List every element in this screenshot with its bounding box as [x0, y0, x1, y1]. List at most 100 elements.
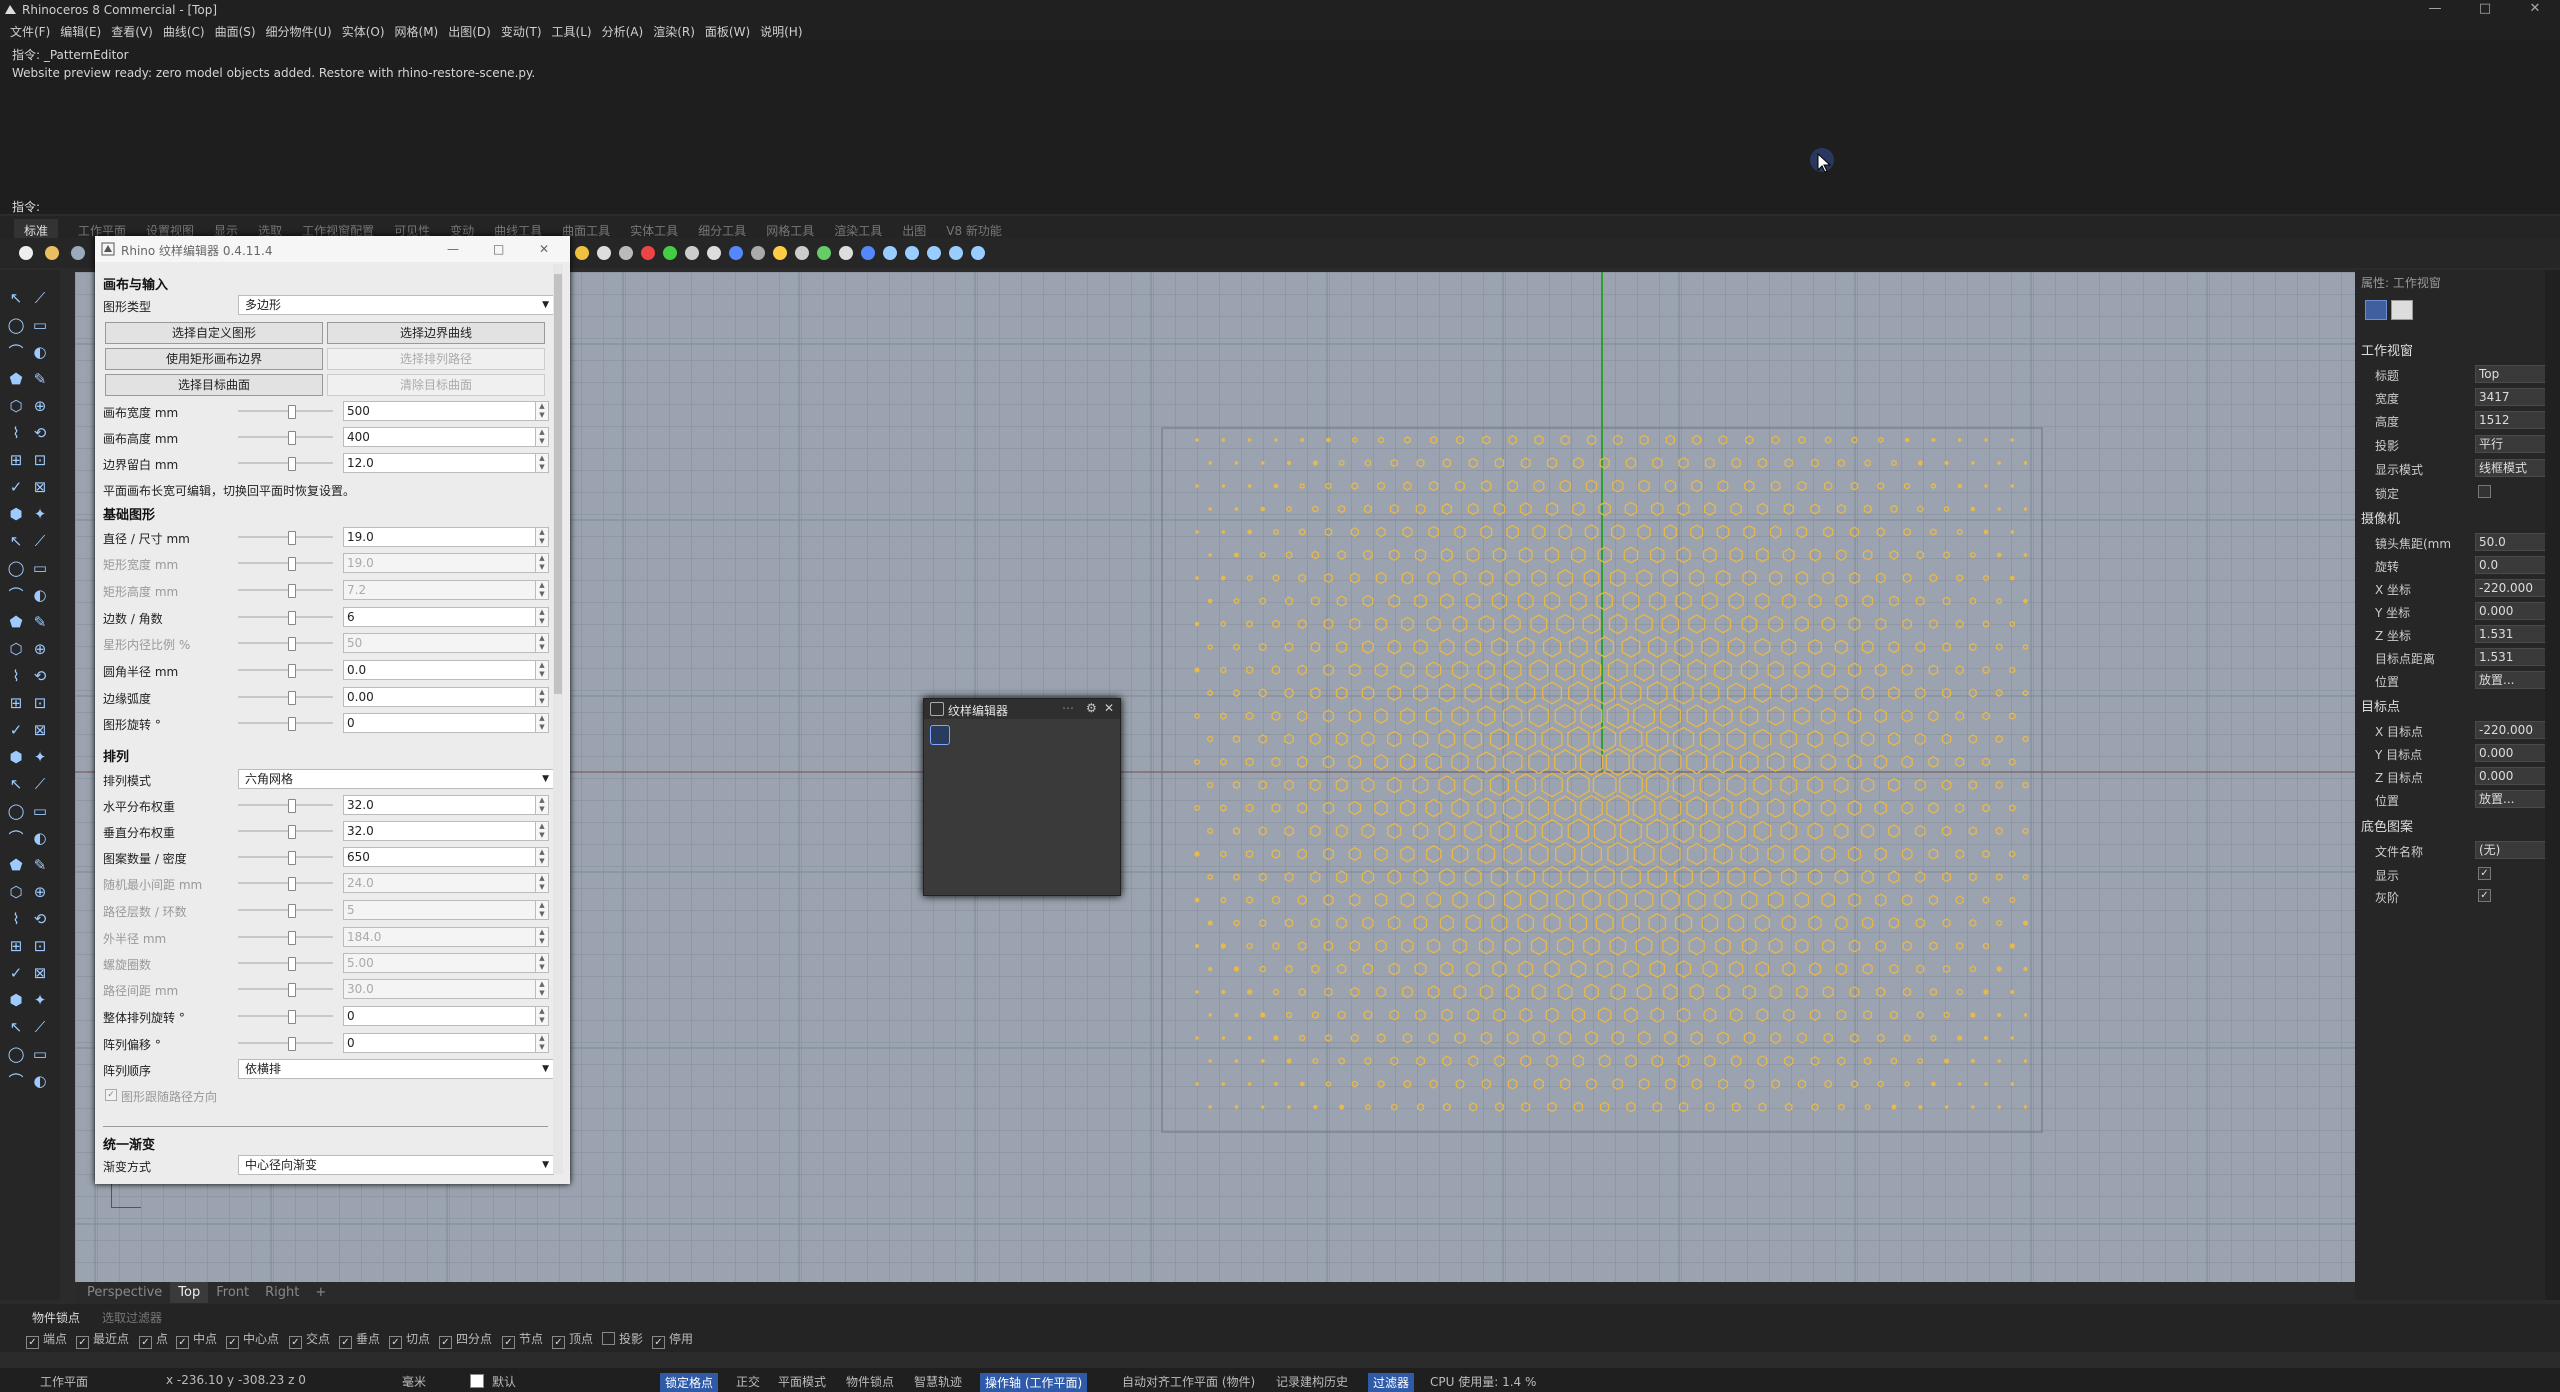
- row-offset-input[interactable]: 0: [343, 1033, 543, 1053]
- toolbar-tool-icon[interactable]: [619, 246, 633, 260]
- osnap-checkbox[interactable]: ✓: [76, 1336, 89, 1349]
- left-tool-icon[interactable]: ⌒: [6, 342, 26, 362]
- left-tool-icon[interactable]: ⌒: [6, 828, 26, 848]
- sides-slider-thumb[interactable]: [288, 611, 296, 625]
- toolbar-tool-icon[interactable]: [729, 246, 743, 260]
- left-tool-icon[interactable]: ✎: [30, 369, 50, 389]
- menu-item[interactable]: 分析(A): [602, 23, 644, 40]
- left-tool-icon[interactable]: ◯: [6, 558, 26, 578]
- toolbar-tool-icon[interactable]: [949, 246, 963, 260]
- osnap-checkbox[interactable]: ✓: [139, 1336, 152, 1349]
- left-tool-icon[interactable]: ⊡: [30, 936, 50, 956]
- status-osnap[interactable]: 物件锁点: [846, 1373, 894, 1390]
- status-cplane[interactable]: 工作平面: [40, 1373, 88, 1390]
- osnap-checkbox[interactable]: [602, 1332, 615, 1345]
- ring-count-slider[interactable]: [238, 904, 333, 918]
- outer-radius-input[interactable]: 184.0: [343, 927, 543, 947]
- left-tool-icon[interactable]: ⌒: [6, 1071, 26, 1091]
- menu-item[interactable]: 网格(M): [395, 23, 439, 40]
- sides-input[interactable]: 6: [343, 607, 543, 627]
- toolbar-tool-icon[interactable]: [905, 246, 919, 260]
- corner-radius-slider[interactable]: [238, 664, 333, 678]
- editor-scrollbar[interactable]: [553, 264, 563, 1174]
- toolbar-tool-icon[interactable]: [795, 246, 809, 260]
- select-arrange-path-button[interactable]: 选择排列路径: [327, 348, 545, 370]
- rect-height-input[interactable]: 7.2: [343, 580, 543, 600]
- osnap-item[interactable]: ✓ 切点: [389, 1330, 430, 1349]
- ring-count-stepper[interactable]: ▲ ▼: [535, 900, 549, 920]
- menu-item[interactable]: 面板(W): [705, 23, 750, 40]
- left-tool-icon[interactable]: ⊠: [30, 963, 50, 983]
- left-tool-icon[interactable]: ⌇: [6, 666, 26, 686]
- layer-properties-icon[interactable]: [2391, 300, 2413, 320]
- osnap-item[interactable]: ✓ 点: [139, 1330, 168, 1349]
- toolbar-tool-icon[interactable]: [597, 246, 611, 260]
- wallpaper-filename-field[interactable]: (无): [2475, 841, 2550, 859]
- shape-type-select[interactable]: 多边形 ▼: [238, 295, 554, 315]
- vp-title-field[interactable]: Top: [2475, 365, 2550, 383]
- left-tool-icon[interactable]: ⬡: [6, 639, 26, 659]
- shape-rotation-stepper[interactable]: ▲ ▼: [535, 713, 549, 733]
- left-tool-icon[interactable]: ⊕: [30, 882, 50, 902]
- viewport-tab-front[interactable]: Front: [208, 1282, 257, 1303]
- border-margin-slider[interactable]: [238, 457, 333, 471]
- left-tool-icon[interactable]: ⟋: [30, 531, 50, 551]
- spiral-turns-slider[interactable]: [238, 957, 333, 971]
- panel-grip-icon[interactable]: ⋯: [1062, 701, 1074, 715]
- array-order-select[interactable]: 依横排 ▼: [238, 1059, 554, 1079]
- spiral-turns-stepper[interactable]: ▲ ▼: [535, 953, 549, 973]
- toolbar-tool-icon[interactable]: [19, 246, 33, 260]
- left-tool-icon[interactable]: ⟲: [30, 909, 50, 929]
- left-tool-icon[interactable]: ⊠: [30, 720, 50, 740]
- corner-radius-slider-thumb[interactable]: [288, 664, 296, 678]
- menu-item[interactable]: 文件(F): [10, 23, 50, 40]
- osnap-item[interactable]: ✓ 四分点: [439, 1330, 492, 1349]
- min-spacing-stepper[interactable]: ▲ ▼: [535, 873, 549, 893]
- shape-rotation-input[interactable]: 0: [343, 713, 543, 733]
- rect-width-slider-thumb[interactable]: [288, 557, 296, 571]
- vp-display-mode-field[interactable]: 线框模式: [2475, 459, 2550, 477]
- viewport-tab-right[interactable]: Right: [257, 1282, 307, 1303]
- left-tool-icon[interactable]: ◐: [30, 342, 50, 362]
- cam-y-field[interactable]: 0.000: [2475, 602, 2550, 620]
- toolbar-tool-icon[interactable]: [773, 246, 787, 260]
- use-rect-canvas-button[interactable]: 使用矩形画布边界: [105, 348, 323, 370]
- diameter-input[interactable]: 19.0: [343, 527, 543, 547]
- left-tool-icon[interactable]: ⊡: [30, 450, 50, 470]
- menu-item[interactable]: 实体(O): [342, 23, 385, 40]
- left-tool-icon[interactable]: ✦: [30, 504, 50, 524]
- osnap-item[interactable]: ✓ 节点: [502, 1330, 543, 1349]
- count-slider-thumb[interactable]: [288, 851, 296, 865]
- osnap-checkbox[interactable]: ✓: [652, 1336, 665, 1349]
- left-tool-icon[interactable]: ⬡: [6, 882, 26, 902]
- shape-rotation-slider[interactable]: [238, 717, 333, 731]
- v-density-stepper[interactable]: ▲ ▼: [535, 821, 549, 841]
- wallpaper-gray-checkbox[interactable]: ✓: [2478, 889, 2491, 902]
- osnap-checkbox[interactable]: ✓: [176, 1336, 189, 1349]
- star-ratio-input[interactable]: 50: [343, 633, 543, 653]
- status-grid-snap[interactable]: 锁定格点: [660, 1373, 719, 1392]
- h-density-input[interactable]: 32.0: [343, 795, 543, 815]
- status-layer[interactable]: 默认: [492, 1373, 516, 1390]
- clear-target-surface-button[interactable]: 清除目标曲面: [327, 374, 545, 396]
- cam-target-dist-field[interactable]: 1.531: [2475, 648, 2550, 666]
- cam-lens-field[interactable]: 50.0: [2475, 533, 2550, 551]
- osnap-checkbox[interactable]: ✓: [26, 1336, 39, 1349]
- pattern-editor-launch-button[interactable]: [930, 725, 950, 745]
- left-tool-icon[interactable]: ✦: [30, 990, 50, 1010]
- left-tool-icon[interactable]: ⊞: [6, 936, 26, 956]
- left-tool-icon[interactable]: ⬢: [6, 747, 26, 767]
- spiral-turns-input[interactable]: 5.00: [343, 953, 543, 973]
- osnap-checkbox[interactable]: ✓: [389, 1336, 402, 1349]
- left-tool-icon[interactable]: ▭: [30, 558, 50, 578]
- vp-height-field[interactable]: 1512: [2475, 411, 2550, 429]
- left-tool-icon[interactable]: ⬢: [6, 990, 26, 1010]
- vp-projection-field[interactable]: 平行: [2475, 435, 2550, 453]
- osnap-checkbox[interactable]: ✓: [439, 1336, 452, 1349]
- left-tool-icon[interactable]: ⬟: [6, 369, 26, 389]
- diameter-slider[interactable]: [238, 531, 333, 545]
- spiral-turns-slider-thumb[interactable]: [288, 957, 296, 971]
- left-tool-icon[interactable]: ↖: [6, 531, 26, 551]
- command-prompt[interactable]: 指令:: [0, 196, 2560, 214]
- border-margin-slider-thumb[interactable]: [288, 457, 296, 471]
